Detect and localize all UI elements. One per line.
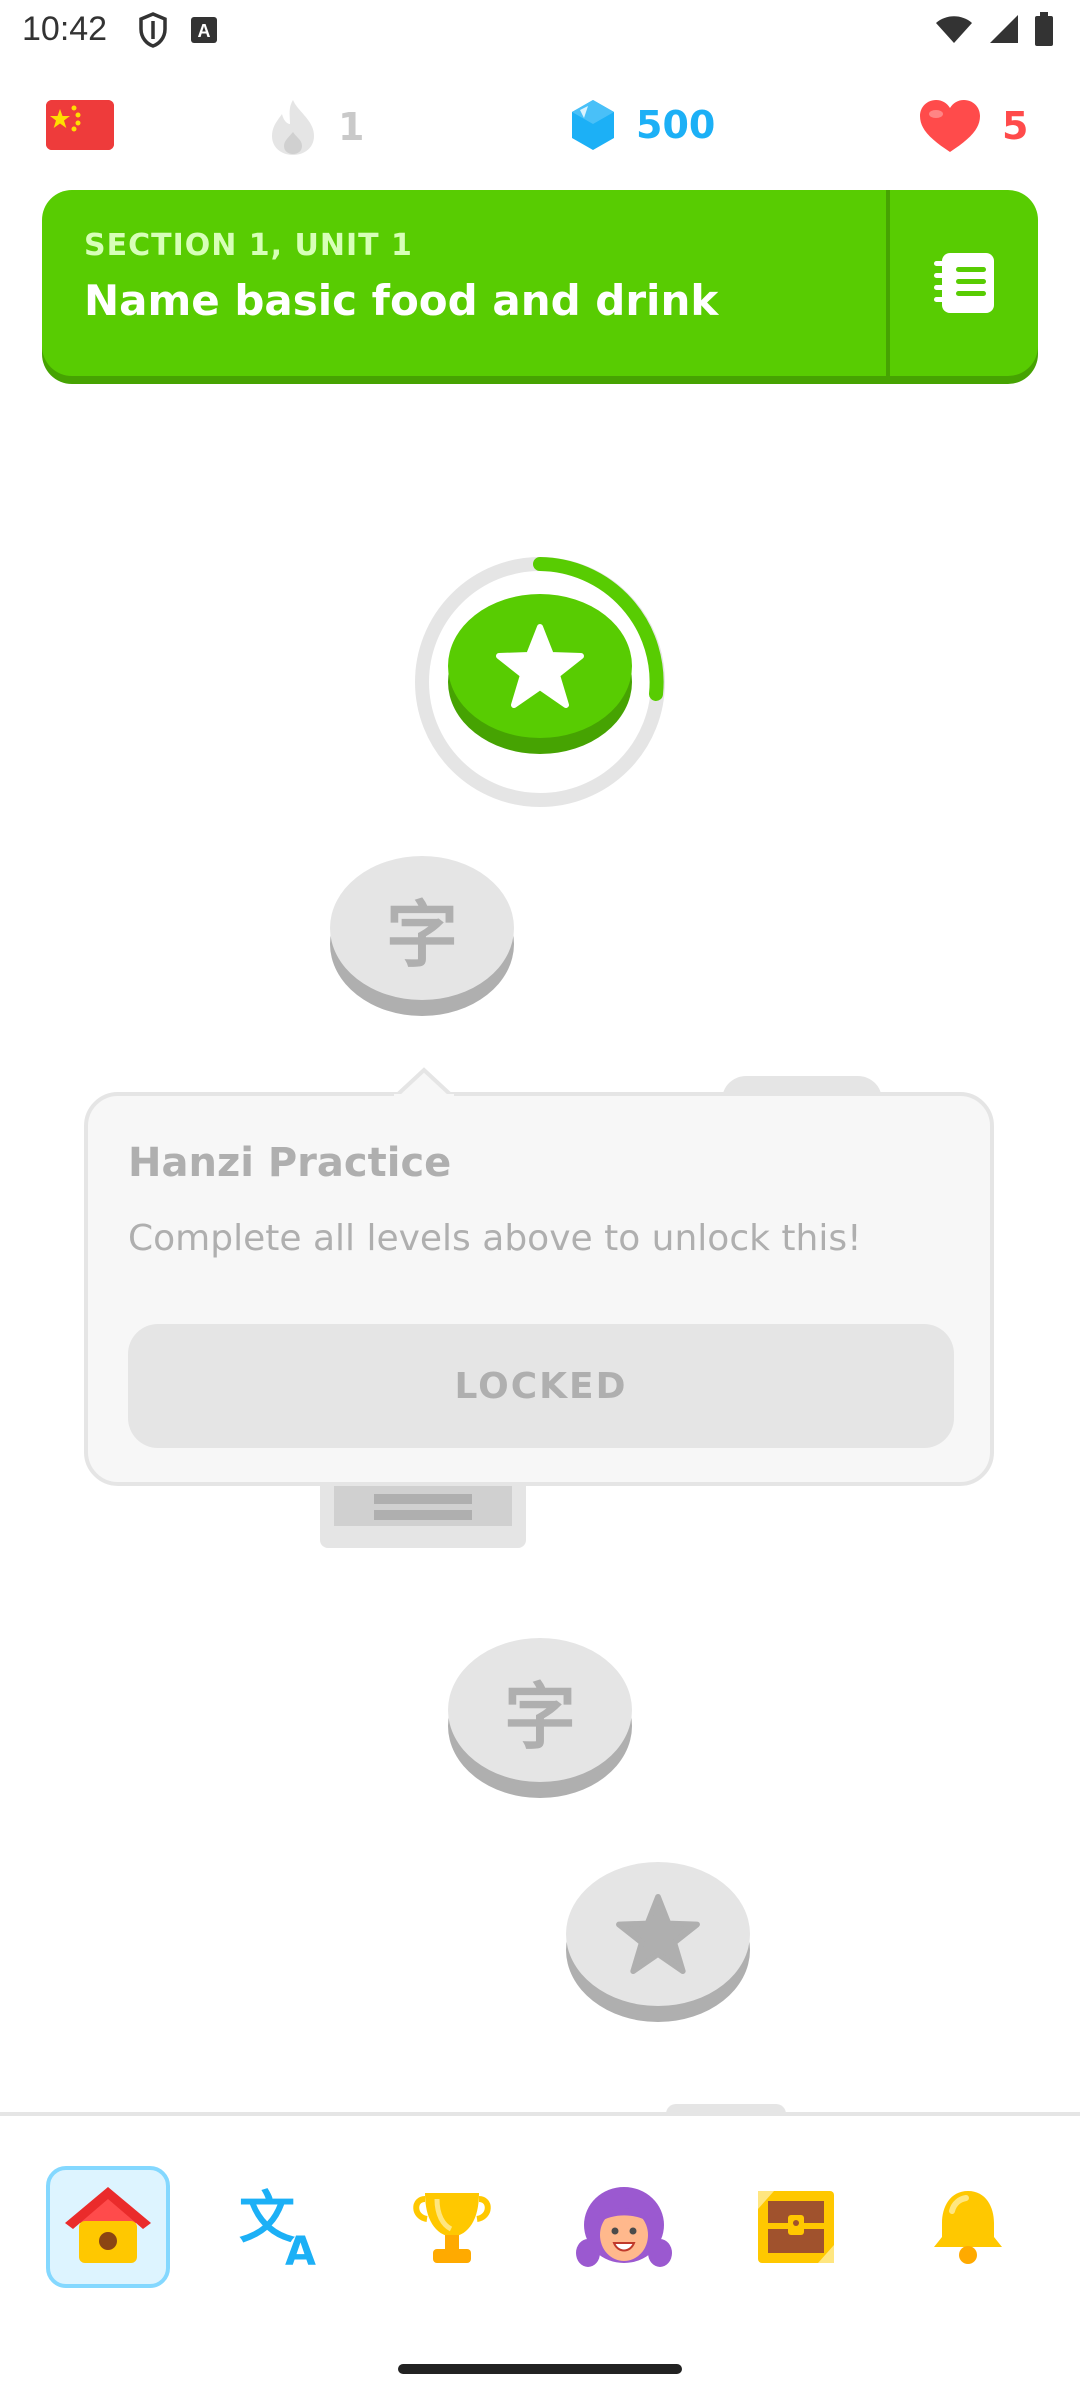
hanzi-practice-node[interactable]: 字 <box>330 856 514 1016</box>
chest-node[interactable] <box>320 1480 526 1548</box>
nav-quests[interactable] <box>734 2166 858 2288</box>
star-icon <box>566 1862 750 2006</box>
characters-icon: 文 A <box>239 2186 316 2269</box>
popover-title: Hanzi Practice <box>128 1140 452 1186</box>
gems-stat[interactable]: 500 <box>570 98 715 152</box>
china-flag-icon <box>46 100 114 150</box>
keyboard-a-icon: A <box>190 16 218 48</box>
popover-caret <box>394 1067 454 1098</box>
wifi-icon <box>934 13 974 49</box>
node-popover: Hanzi Practice Complete all levels above… <box>84 1092 994 1486</box>
notebook-icon <box>934 253 994 313</box>
hearts-count: 5 <box>1002 104 1029 148</box>
streak-stat[interactable]: 1 <box>268 98 364 156</box>
status-bar: 10:42 A <box>0 0 1080 64</box>
gems-count: 500 <box>636 103 716 147</box>
star-icon <box>448 594 632 738</box>
nav-characters[interactable]: 文 A <box>218 2166 342 2288</box>
course-flag-button[interactable] <box>46 100 114 150</box>
stats-row: 1 500 5 <box>0 90 1080 162</box>
home-indicator[interactable] <box>398 2364 682 2374</box>
guidebook-button[interactable] <box>890 190 1038 376</box>
flame-icon <box>272 100 314 155</box>
svg-text:A: A <box>285 2229 316 2269</box>
home-icon <box>65 2187 151 2263</box>
shield-icon <box>138 12 168 52</box>
unit-title: Name basic food and drink <box>84 276 719 325</box>
nav-profile[interactable] <box>562 2166 686 2288</box>
heart-icon <box>920 100 980 152</box>
unit-section-label: SECTION 1, UNIT 1 <box>84 228 413 263</box>
streak-count: 1 <box>338 105 365 149</box>
gem-icon <box>572 100 614 150</box>
unit-banner[interactable]: SECTION 1, UNIT 1 Name basic food and dr… <box>42 190 1038 376</box>
popover-description: Complete all levels above to unlock this… <box>128 1218 862 1259</box>
nav-leaderboard[interactable] <box>390 2166 514 2288</box>
signal-icon <box>988 13 1020 49</box>
trophy-icon <box>413 2193 491 2263</box>
hearts-stat[interactable]: 5 <box>918 98 1028 154</box>
hanzi-character-icon: 字 <box>503 1673 576 1759</box>
status-time: 10:42 <box>22 10 108 48</box>
nav-notifications[interactable] <box>906 2166 1030 2288</box>
svg-text:A: A <box>198 21 211 41</box>
status-icons-left: A <box>138 12 218 52</box>
hanzi-practice-node-2[interactable]: 字 <box>448 1638 632 1798</box>
profile-avatar-icon <box>576 2187 672 2267</box>
treasure-chest-icon <box>758 2191 834 2263</box>
nav-learn[interactable] <box>46 2166 170 2288</box>
lesson-node-current[interactable] <box>448 594 632 754</box>
bottom-nav: 文 A <box>0 2116 1080 2336</box>
battery-icon <box>1034 12 1054 50</box>
status-icons-right <box>934 12 1054 50</box>
bell-icon <box>934 2191 1002 2264</box>
treasure-chest-icon <box>334 1480 512 1526</box>
hanzi-character-icon: 字 <box>385 891 458 977</box>
locked-button[interactable]: LOCKED <box>128 1324 954 1448</box>
lesson-node-locked[interactable] <box>566 1862 750 2022</box>
